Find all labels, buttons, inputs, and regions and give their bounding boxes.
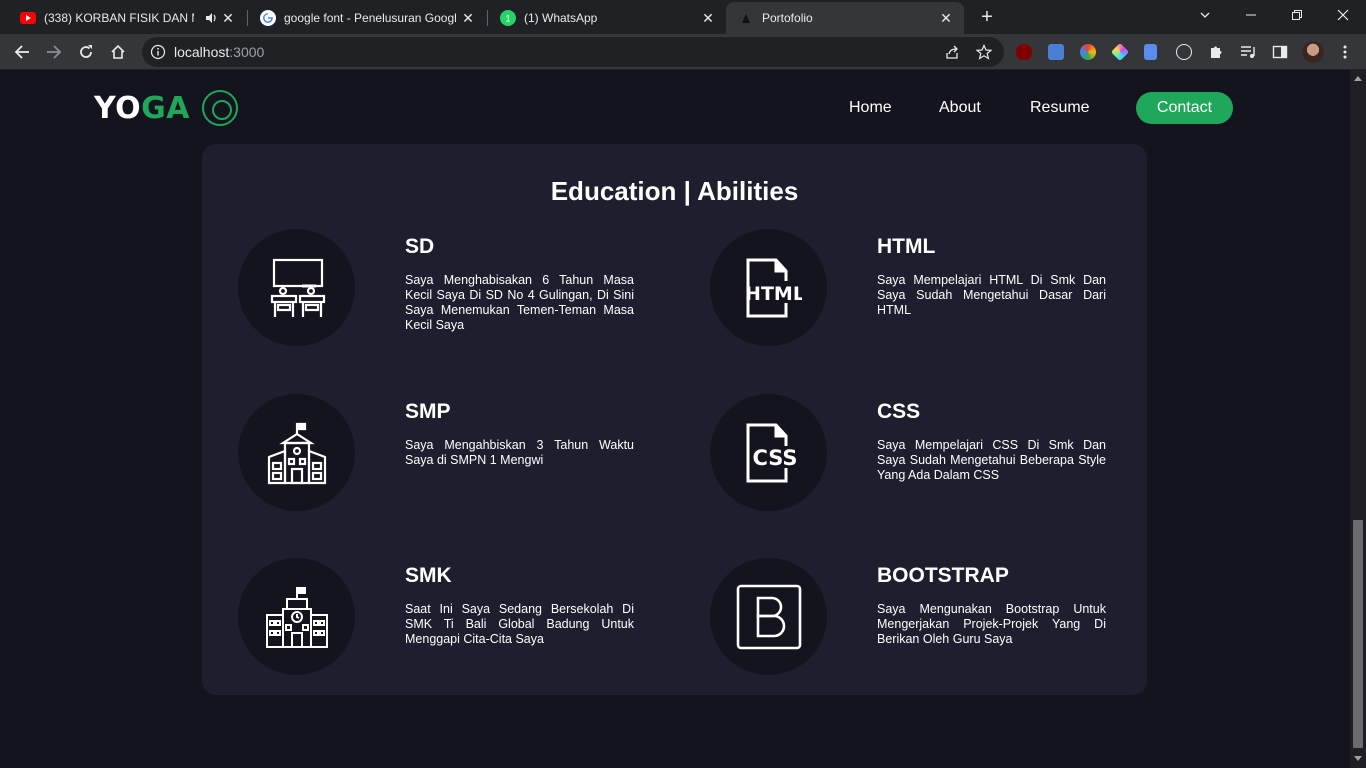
nav-home-link[interactable]: Home: [849, 99, 892, 117]
forward-icon[interactable]: [42, 40, 66, 64]
google-icon: [260, 10, 276, 26]
tab-title: Portofolio: [762, 11, 813, 25]
item-description: Saya Menghabisakan 6 Tahun Masa Kecil Sa…: [405, 273, 634, 332]
item-description: Saya Mengahbiskan 3 Tahun Waktu Saya di …: [405, 438, 634, 467]
wappalyzer-extension-icon[interactable]: [1176, 44, 1192, 60]
svg-text:CSS: CSS: [752, 446, 797, 470]
bootstrap-icon: [710, 558, 827, 675]
new-tab-button[interactable]: +: [976, 6, 998, 28]
school-icon: [238, 394, 355, 511]
page-scrollbar[interactable]: [1350, 70, 1366, 768]
svg-text:HTML: HTML: [745, 283, 802, 305]
tab-title: (338) KORBAN FISIK DAN ME: [44, 11, 194, 25]
share-icon[interactable]: [944, 44, 960, 60]
youtube-icon: [20, 10, 36, 26]
item-description: Saya Mempelajari HTML Di Smk Dan Saya Su…: [877, 273, 1106, 317]
browser-toolbar: localhost:3000: [0, 34, 1366, 70]
extensions-puzzle-icon[interactable]: [1208, 44, 1224, 60]
tab-title: google font - Penelusuran Googl: [284, 11, 457, 25]
ability-item-bootstrap: BOOTSTRAP Saya Mengunakan Bootstrap Untu…: [710, 558, 1110, 678]
classroom-icon: [238, 229, 355, 346]
contact-button[interactable]: Contact: [1136, 92, 1233, 124]
education-abilities-card: Education | Abilities SD Saya Menghabisa…: [202, 144, 1147, 695]
browser-tabstrip: (338) KORBAN FISIK DAN ME ✕ google font …: [0, 0, 1366, 34]
html-file-icon: HTML: [710, 229, 827, 346]
browser-tab-portofolio[interactable]: Portofolio ✕: [726, 2, 964, 34]
css-file-icon: CSS: [710, 394, 827, 511]
close-icon[interactable]: ✕: [460, 10, 476, 26]
audio-playing-icon[interactable]: [204, 11, 218, 25]
logo-text-part2: GA: [141, 91, 191, 126]
tab-title: (1) WhatsApp: [524, 11, 598, 25]
tab-search-icon[interactable]: [1193, 4, 1217, 28]
item-description: Saya Mempelajari CSS Di Smk Dan Saya Sud…: [877, 438, 1106, 482]
nav-resume-link[interactable]: Resume: [1030, 99, 1090, 117]
url-text: localhost:3000: [174, 44, 265, 60]
minimize-icon[interactable]: [1239, 4, 1263, 28]
restore-icon[interactable]: [1285, 4, 1309, 28]
back-icon[interactable]: [10, 40, 34, 64]
ability-item-css: CSS CSS Saya Mempelajari CSS Di Smk Dan …: [710, 394, 1110, 514]
education-item-sd: SD Saya Menghabisakan 6 Tahun Masa Kecil…: [238, 229, 638, 349]
docs-extension-icon[interactable]: [1144, 44, 1157, 60]
react-icon: [738, 10, 754, 26]
menu-kebab-icon[interactable]: [1337, 44, 1353, 60]
close-icon[interactable]: ✕: [220, 10, 236, 26]
address-bar[interactable]: localhost:3000: [142, 37, 1004, 67]
item-title: BOOTSTRAP: [877, 564, 1009, 587]
browser-tab-youtube[interactable]: (338) KORBAN FISIK DAN ME ✕: [8, 2, 246, 34]
svg-text:1: 1: [505, 14, 510, 24]
item-title: SMK: [405, 564, 452, 587]
page-viewport: YOGA Home About Resume Contact Education…: [0, 70, 1350, 768]
browser-tab-whatsapp[interactable]: 1 (1) WhatsApp ✕: [488, 2, 726, 34]
education-item-smk: SMK Saat Ini Saya Sedang Bersekolah Di S…: [238, 558, 638, 678]
school-building-icon: [238, 558, 355, 675]
side-panel-icon[interactable]: [1272, 44, 1288, 60]
reload-icon[interactable]: [74, 40, 98, 64]
media-control-icon[interactable]: [1240, 44, 1256, 60]
item-title: CSS: [877, 400, 921, 423]
nav-about-link[interactable]: About: [939, 99, 981, 117]
section-title: Education | Abilities: [550, 176, 799, 206]
whatsapp-icon: 1: [500, 10, 516, 26]
color-extension-icon[interactable]: [1080, 44, 1096, 60]
palette-extension-icon[interactable]: [1110, 42, 1130, 62]
browser-tab-google[interactable]: google font - Penelusuran Googl ✕: [248, 2, 486, 34]
item-description: Saya Mengunakan Bootstrap Untuk Mengerja…: [877, 602, 1106, 646]
home-icon[interactable]: [106, 40, 130, 64]
ability-item-html: HTML HTML Saya Mempelajari HTML Di Smk D…: [710, 229, 1110, 349]
item-title: SD: [405, 235, 435, 258]
close-icon[interactable]: ✕: [938, 10, 954, 26]
logo-text-part1: YO: [94, 91, 142, 126]
logo-ring-icon: [202, 90, 238, 126]
close-icon[interactable]: ✕: [700, 10, 716, 26]
profile-avatar[interactable]: [1302, 41, 1324, 63]
item-title: HTML: [877, 235, 936, 258]
scroll-down-arrow-icon[interactable]: [1354, 756, 1362, 761]
info-icon[interactable]: [150, 44, 166, 60]
ublock-extension-icon[interactable]: [1016, 44, 1032, 60]
item-title: SMP: [405, 400, 451, 423]
window-close-icon[interactable]: [1331, 4, 1355, 28]
translate-extension-icon[interactable]: [1048, 44, 1064, 60]
item-description: Saat Ini Saya Sedang Bersekolah Di SMK T…: [405, 602, 634, 646]
scroll-up-arrow-icon[interactable]: [1354, 76, 1362, 81]
scrollbar-thumb[interactable]: [1353, 520, 1363, 748]
education-item-smp: SMP Saya Mengahbiskan 3 Tahun Waktu Saya…: [238, 394, 638, 514]
bookmark-star-icon[interactable]: [975, 44, 993, 60]
